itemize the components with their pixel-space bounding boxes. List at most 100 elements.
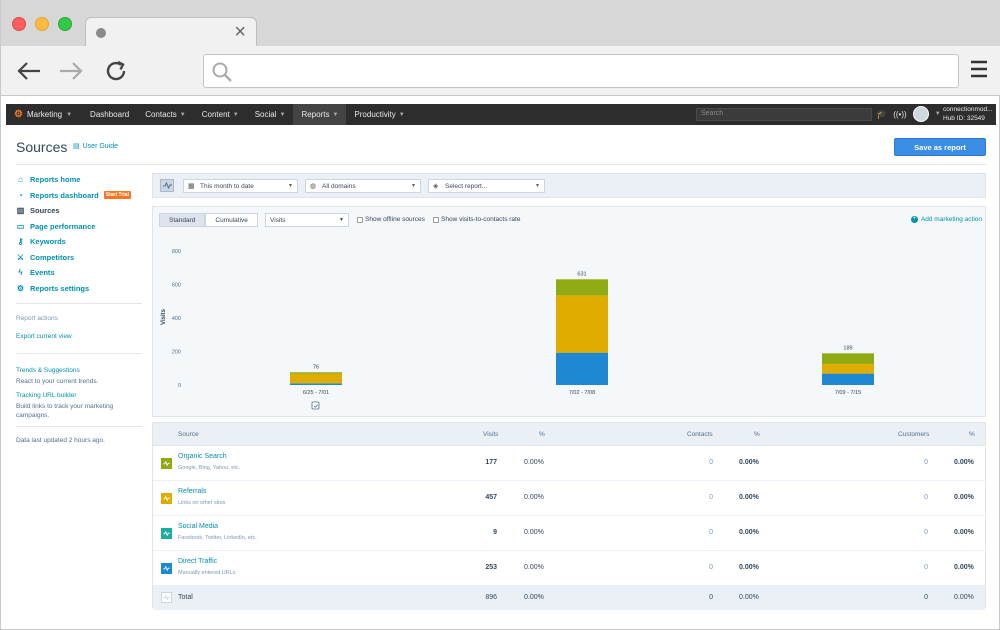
tag-icon: ◈ [433,183,439,190]
total-contacts-pct: 0.00% [739,594,759,601]
sidebar-item-competitors[interactable]: ⚔ Competitors [16,250,142,266]
bar-segment [822,353,874,364]
source-name-link[interactable]: Social Media [178,523,218,530]
nav-contacts[interactable]: Contacts ▼ [137,104,194,125]
minimize-window-button[interactable] [35,17,49,31]
nav-reports[interactable]: Reports ▼ [293,104,347,125]
customers-pct-value: 0.00% [954,459,974,466]
maximize-window-button[interactable] [58,17,72,31]
avatar[interactable] [912,106,929,122]
chart-toggle-button[interactable] [160,179,174,192]
show-rate-label: Show visits-to-contacts rate [441,216,521,223]
source-color-swatch[interactable] [161,528,172,539]
header-customers[interactable]: Customers [898,431,929,438]
chevron-down-icon[interactable]: ▼ [935,111,941,117]
start-trial-badge[interactable]: Start Trial [103,191,131,200]
standard-tab[interactable]: Standard [159,213,206,227]
show-offline-checkbox[interactable]: Show offline sources [357,216,425,223]
chart-card: Standard Cumulative Visits ▼ Show offlin… [152,206,986,417]
back-arrow-icon[interactable] [14,56,44,86]
address-bar[interactable] [203,54,959,88]
sidebar-item-events[interactable]: ϟ Events [16,265,142,281]
metric-select[interactable]: Visits ▼ [265,213,349,227]
trends-suggestions-link[interactable]: Trends & Suggestions [16,367,142,374]
bar-segment [290,373,342,384]
page-icon: ▭ [16,221,25,231]
app-search-input[interactable]: Search [696,108,872,121]
bar-segment [556,352,608,385]
sidebar-item-keywords[interactable]: ⚷ Keywords [16,234,142,250]
notifications-icon[interactable]: ((•)) [893,110,906,119]
source-color-swatch[interactable] [161,493,172,504]
header-customers-pct[interactable]: % [969,431,975,438]
header-visits-pct[interactable]: % [539,431,545,438]
cumulative-tab[interactable]: Cumulative [205,213,258,227]
reload-icon[interactable] [101,56,131,86]
source-color-swatch[interactable] [161,458,172,469]
nav-productivity[interactable]: Productivity ▼ [346,104,412,125]
y-tick-label: 400 [172,316,181,322]
visits-value: 9 [493,529,497,536]
close-window-button[interactable] [12,17,26,31]
account-info[interactable]: connectionmod... Hub ID: 32549 [943,106,993,123]
date-range-value: This month to date [200,182,254,190]
visits-value: 177 [485,459,497,466]
y-tick-label: 200 [172,350,181,356]
sidebar-item-reports-settings[interactable]: ⚙ Reports settings [16,281,142,297]
gear-icon: ⚙ [16,283,25,293]
tracking-url-builder-link[interactable]: Tracking URL builder [16,392,142,399]
competitors-icon: ⚔ [16,252,25,262]
header-source[interactable]: Source [178,431,199,438]
customers-value: 0 [924,459,928,466]
date-range-select[interactable]: ▦ This month to date ▼ [183,179,298,193]
header-contacts[interactable]: Contacts [687,431,713,438]
bar-segment [290,372,342,374]
customers-pct-value: 0.00% [954,564,974,571]
marketing-action-calendar-icon[interactable] [311,401,320,410]
bar-segment [290,383,342,385]
source-name-link[interactable]: Referrals [178,488,206,495]
nav-dashboard[interactable]: Dashboard [82,104,137,125]
nav-dashboard-label: Dashboard [90,110,130,119]
header-contacts-pct[interactable]: % [754,431,760,438]
total-swatch-icon [161,592,172,603]
domains-select[interactable]: ◍ All domains ▼ [305,179,421,193]
trends-description: React to your current trends. [16,378,99,385]
sidebar-item-reports-dashboard[interactable]: ◔ Reports dashboard Start Trial [16,188,142,204]
browser-window: × ⚙ Marketing ▼ Dashboard Contacts ▼ Cont… [0,0,1000,630]
header-visits[interactable]: Visits [483,431,498,438]
add-marketing-action-link[interactable]: + Add marketing action [910,216,982,223]
nav-social[interactable]: Social ▼ [247,104,294,125]
bar-segment [556,279,608,296]
tab-close-icon[interactable]: × [234,22,246,42]
marketing-menu[interactable]: ⚙ Marketing ▼ [6,104,82,125]
y-tick-label: 0 [178,383,181,389]
nav-content[interactable]: Content ▼ [194,104,247,125]
sidebar-item-page-performance[interactable]: ▭ Page performance [16,219,142,235]
export-current-view-link[interactable]: Export current view [16,333,142,340]
save-as-report-button[interactable]: Save as report [894,138,986,156]
table-body: Organic Search Google, Bing, Yahoo, etc. 1… [153,446,985,610]
sidebar-item-reports-home[interactable]: ⌂ Reports home [16,172,142,188]
report-actions-heading: Report actions [16,315,58,322]
bar-segment [822,363,874,374]
academy-icon[interactable]: 🎓 [876,109,887,120]
checkbox-icon [433,216,439,223]
hamburger-menu-icon[interactable] [970,60,988,83]
sidebar-item-sources[interactable]: ▥ Sources [16,203,142,219]
x-tick-label: 6/25 - 7/01 [303,390,329,396]
source-name-link[interactable]: Organic Search [178,453,227,460]
report-select[interactable]: ◈ Select report... ▼ [428,179,545,193]
user-guide-link[interactable]: ▤ User Guide [73,142,118,151]
x-tick-label: 7/09 - 7/15 [835,390,861,396]
app-navbar: ⚙ Marketing ▼ Dashboard Contacts ▼ Conten… [6,104,996,125]
marketing-label: Marketing [26,110,63,119]
contacts-pct-value: 0.00% [739,494,759,501]
sidebar-item-label: Sources [30,206,60,216]
source-color-swatch[interactable] [161,563,172,574]
source-name-link[interactable]: Direct Traffic [178,558,217,565]
lightning-icon: ϟ [18,268,23,278]
forward-arrow-icon[interactable] [56,56,86,86]
browser-tab[interactable]: × [85,17,257,47]
show-rate-checkbox[interactable]: Show visits-to-contacts rate [433,216,520,223]
